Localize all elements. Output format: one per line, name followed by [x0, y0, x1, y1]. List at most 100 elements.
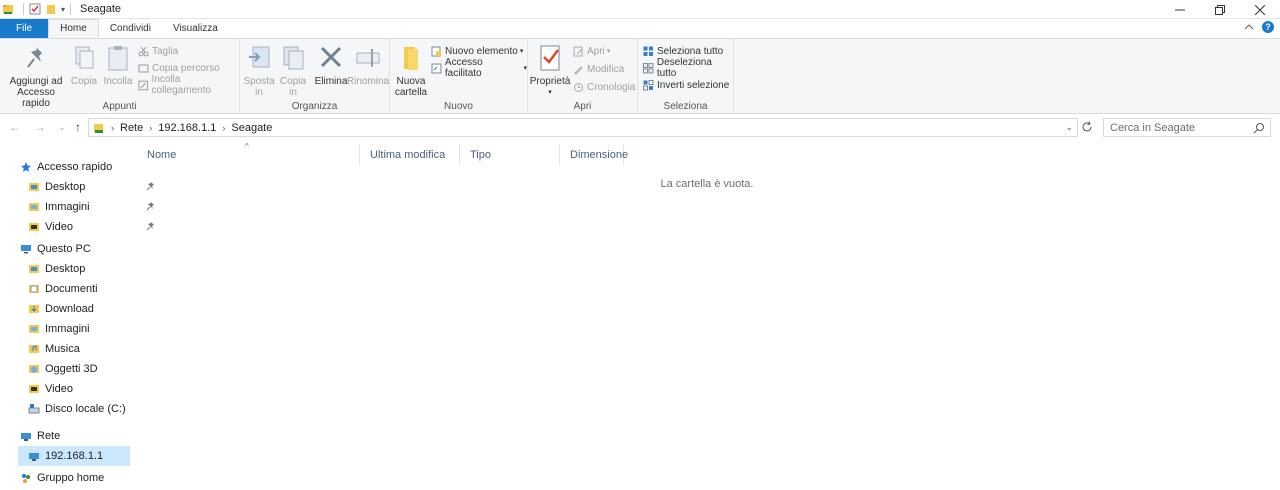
select-none-label: Deseleziona tutto	[656, 57, 712, 79]
search-icon[interactable]	[1253, 122, 1265, 134]
select-none-icon	[643, 62, 654, 73]
new-folder-quick-icon[interactable]	[45, 3, 57, 15]
paste-button[interactable]: Incolla	[103, 43, 133, 87]
customize-quick-access-icon[interactable]: ▾	[61, 5, 65, 14]
tab-home[interactable]: Home	[48, 19, 99, 38]
nav-quick-access[interactable]: Accesso rapido	[20, 157, 150, 177]
address-history-chevron-icon[interactable]: ⌄	[1065, 122, 1073, 133]
column-type[interactable]: Tipo	[460, 144, 560, 166]
nav-this-pc[interactable]: Questo PC	[20, 239, 150, 259]
quick-access-toolbar: ▾	[0, 0, 76, 19]
pictures-folder-icon	[29, 203, 39, 211]
copy-icon	[75, 46, 94, 69]
videos-folder-icon	[29, 385, 39, 393]
nav-pc-music-label: Musica	[45, 343, 80, 355]
properties-button[interactable]: Proprietà ▾	[530, 43, 570, 98]
pictures-folder-icon	[29, 325, 39, 333]
tab-view[interactable]: Visualizza	[162, 19, 229, 38]
up-button[interactable]: ↑	[71, 120, 85, 134]
group-clipboard: Aggiungi ad Accesso rapido Copia Incolla…	[0, 39, 240, 114]
invert-selection-label: Inverti selezione	[657, 79, 730, 91]
breadcrumb-network[interactable]: Rete	[120, 122, 143, 134]
select-all-icon	[643, 46, 653, 56]
nav-network-host[interactable]: 192.168.1.1	[18, 446, 130, 466]
edit-button[interactable]: Modifica	[573, 61, 624, 77]
nav-qa-pictures-label: Immagini	[45, 201, 90, 213]
easy-access-icon	[431, 63, 442, 73]
breadcrumb-current[interactable]: Seagate	[231, 122, 272, 134]
network-computer-icon	[29, 453, 39, 461]
paste-icon	[108, 46, 128, 71]
arrow-right-icon: →	[34, 120, 46, 134]
tab-file[interactable]: File	[0, 19, 49, 38]
move-to-button[interactable]: Sposta in	[243, 43, 275, 98]
rename-button[interactable]: Rinomina	[347, 43, 389, 87]
nav-pc-desktop-label: Desktop	[45, 263, 86, 275]
address-bar[interactable]: › Rete › 192.168.1.1 › Seagate ⌄	[88, 118, 1078, 137]
file-list[interactable]: Nome ^ Ultima modifica Tipo Dimensione L…	[137, 141, 1280, 490]
back-button[interactable]: ←	[8, 120, 22, 134]
nav-homegroup[interactable]: Gruppo home	[20, 468, 150, 488]
search-placeholder: Cerca in Seagate	[1110, 121, 1195, 134]
open-button[interactable]: Apri ▾	[573, 43, 610, 59]
select-none-button[interactable]: Deseleziona tutto	[643, 57, 733, 79]
column-size-label: Dimensione	[570, 149, 629, 161]
refresh-icon[interactable]	[1080, 120, 1094, 134]
move-to-icon	[249, 46, 270, 68]
arrow-up-icon: ↑	[75, 120, 81, 134]
title-bar: ▾ Seagate	[0, 0, 1280, 19]
3d-objects-folder-icon	[29, 365, 39, 373]
tab-share[interactable]: Condividi	[99, 19, 162, 38]
pin-quick-access-button[interactable]: Aggiungi ad Accesso rapido	[4, 43, 68, 109]
column-type-label: Tipo	[470, 149, 491, 161]
new-item-icon	[431, 46, 441, 56]
paste-link-button[interactable]: Incolla collegamento	[138, 74, 239, 96]
select-all-label: Seleziona tutto	[657, 45, 724, 57]
window-controls	[1160, 0, 1280, 19]
copy-to-button[interactable]: Copia in	[278, 43, 308, 98]
copy-button[interactable]: Copia	[70, 43, 98, 87]
drive-icon	[28, 404, 40, 414]
easy-access-button[interactable]: Accesso facilitato ▾	[431, 57, 527, 79]
cut-button[interactable]: Taglia	[138, 43, 178, 59]
new-folder-button[interactable]: Nuova cartella	[394, 43, 428, 98]
search-input[interactable]: Cerca in Seagate	[1103, 118, 1271, 137]
desktop-folder-icon	[29, 183, 39, 191]
copy-to-icon	[283, 46, 304, 70]
delete-button[interactable]: Elimina	[314, 43, 348, 87]
new-item-label: Nuovo elemento	[445, 45, 518, 57]
edit-label: Modifica	[587, 63, 625, 75]
column-modified-label: Ultima modifica	[370, 149, 446, 161]
group-organize-label: Organizza	[291, 101, 338, 112]
cut-label: Taglia	[152, 45, 179, 57]
breadcrumb-host[interactable]: 192.168.1.1	[158, 122, 216, 134]
collapse-ribbon-icon[interactable]	[1244, 23, 1254, 31]
videos-folder-icon	[29, 223, 39, 231]
forward-button[interactable]: →	[33, 120, 47, 134]
copy-label: Copia	[70, 76, 98, 87]
help-icon[interactable]: ?	[1262, 21, 1274, 33]
toolbar-separator	[70, 3, 72, 15]
nav-network[interactable]: Rete	[20, 426, 150, 446]
column-modified[interactable]: Ultima modifica	[360, 144, 460, 166]
tabs-right-controls: ?	[1244, 21, 1274, 33]
history-button[interactable]: Cronologia	[573, 79, 635, 95]
column-size[interactable]: Dimensione	[560, 144, 628, 166]
nav-pc-local-disk-label: Disco locale (C:)	[45, 403, 126, 415]
restore-button[interactable]	[1200, 0, 1240, 19]
breadcrumb-separator: ›	[111, 122, 114, 133]
empty-folder-message: La cartella è vuota.	[660, 178, 754, 190]
chevron-down-icon: ⌄	[58, 122, 66, 132]
recent-locations-button[interactable]: ⌄	[55, 120, 69, 134]
desktop-folder-icon	[29, 265, 39, 273]
star-icon	[21, 162, 31, 172]
column-name[interactable]: Nome ^	[137, 142, 360, 166]
chevron-down-icon: ▾	[519, 48, 524, 55]
close-button[interactable]	[1240, 0, 1280, 19]
invert-selection-button[interactable]: Inverti selezione	[643, 77, 729, 93]
copy-path-icon	[138, 64, 149, 72]
breadcrumb-separator: ›	[222, 122, 226, 133]
minimize-button[interactable]	[1160, 0, 1200, 19]
properties-check-icon[interactable]	[29, 3, 41, 15]
chevron-down-icon: ▾	[523, 65, 527, 72]
